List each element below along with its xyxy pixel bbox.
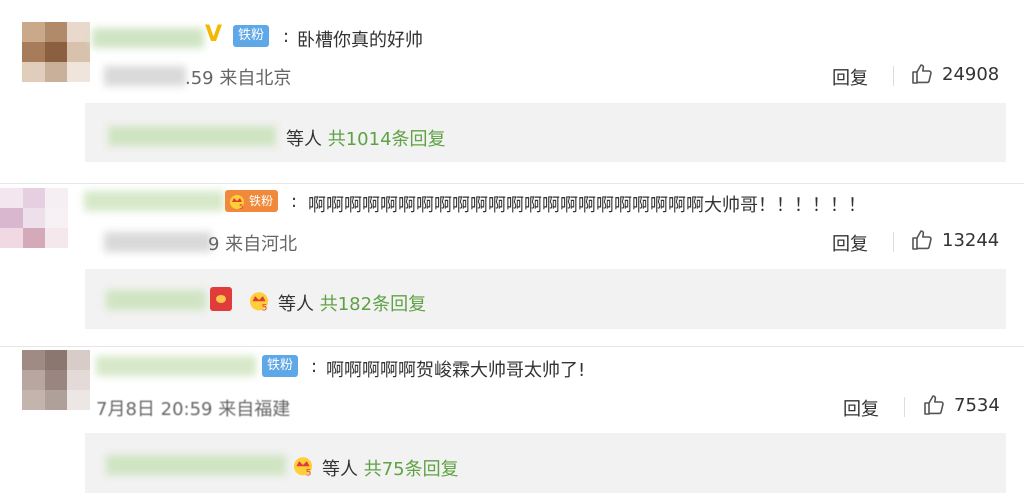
red-envelope-icon (210, 287, 232, 311)
divider (0, 346, 1024, 347)
sub-replies-etc: 等人 (286, 129, 322, 150)
sub-replies-etc: 等人 (322, 459, 358, 480)
comment-text: 啊啊啊啊啊贺峻霖大帅哥太帅了! (326, 360, 586, 381)
like-button[interactable]: 24908 (910, 62, 999, 86)
comment-separator: : (291, 191, 298, 212)
avatar[interactable] (22, 22, 90, 82)
comment-separator: : (311, 356, 318, 377)
reply-button[interactable]: 回复 (843, 395, 879, 421)
sub-replies-summary[interactable]: 等人 共1014条回复 (286, 125, 446, 151)
crown-icon: 5 (293, 457, 313, 478)
like-button[interactable]: 13244 (910, 228, 999, 252)
like-button[interactable]: 7534 (922, 393, 1000, 417)
fan-badge: 5 铁粉 (225, 190, 279, 212)
like-count: 7534 (954, 394, 1000, 416)
crown-icon: 5 (230, 195, 244, 211)
thumbs-up-icon (912, 230, 932, 250)
svg-text:5: 5 (306, 468, 312, 478)
timestamp-blurred (104, 66, 186, 86)
username-blurred[interactable] (84, 191, 224, 211)
crown-icon: 5 (249, 292, 269, 313)
comment-text: 啊啊啊啊啊啊啊啊啊啊啊啊啊啊啊啊啊啊啊啊啊啊大帅哥！！！！！！ (308, 195, 866, 216)
username-blurred[interactable] (96, 356, 256, 376)
sub-replies-summary[interactable]: 等人 共182条回复 (278, 290, 426, 316)
divider (904, 397, 905, 417)
comment-meta: .59 来自北京 (185, 68, 292, 89)
sub-reply-users-blurred (108, 126, 276, 146)
sub-replies-count[interactable]: 共182条回复 (320, 294, 426, 315)
verified-icon: V (205, 22, 223, 47)
comment-meta: 7月8日 20:59 来自福建 (96, 399, 291, 420)
comment-text: 卧槽你真的好帅 (297, 30, 423, 51)
like-count: 13244 (942, 229, 1000, 251)
thumbs-up-icon (912, 64, 932, 84)
svg-text:5: 5 (239, 203, 243, 211)
sub-replies-count[interactable]: 共1014条回复 (328, 129, 446, 150)
reply-button[interactable]: 回复 (832, 64, 868, 90)
svg-text:5: 5 (262, 303, 268, 313)
divider (893, 66, 894, 86)
sub-replies-summary[interactable]: 等人 共75条回复 (322, 455, 459, 481)
comment-meta: 9 来自河北 (208, 234, 298, 255)
fan-badge: 铁粉 (233, 25, 270, 47)
like-count: 24908 (942, 63, 1000, 85)
divider (893, 232, 894, 252)
sub-replies-count[interactable]: 共75条回复 (364, 459, 459, 480)
sub-reply-users-blurred (106, 290, 206, 310)
avatar[interactable] (22, 350, 90, 410)
username-blurred[interactable] (92, 28, 204, 48)
timestamp-blurred (104, 232, 212, 252)
thumbs-up-icon (924, 395, 944, 415)
sub-reply-users-blurred (106, 455, 286, 475)
divider (0, 183, 1024, 184)
reply-button[interactable]: 回复 (832, 230, 868, 256)
fan-badge: 铁粉 (262, 355, 299, 377)
sub-replies-etc: 等人 (278, 294, 314, 315)
avatar[interactable] (0, 188, 68, 248)
comment-separator: : (283, 26, 290, 47)
